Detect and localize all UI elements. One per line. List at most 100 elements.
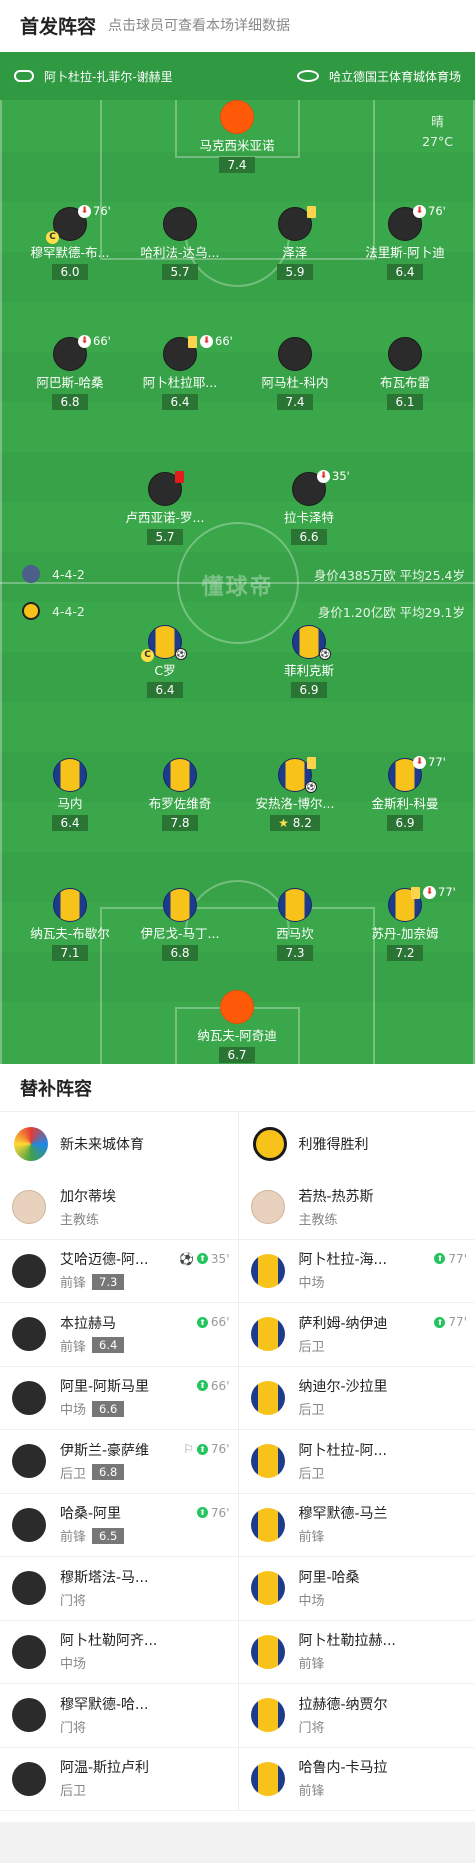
player-card[interactable]: ⬇ 35' 拉卡泽特 6.6 xyxy=(254,469,364,545)
list-item[interactable]: 本拉赫马 前锋 6.4 ⬆ 66' xyxy=(0,1303,238,1367)
sub-event: ⚐ ⬆ 76' xyxy=(183,1442,230,1456)
list-item[interactable]: 萨利姆-纳伊迪 后卫 ⬆ 77' xyxy=(238,1303,475,1367)
player-card[interactable]: ⬇ 77' 苏丹-加奈姆 7.2 xyxy=(350,885,460,961)
away-team-info: 4-4-2 身价1.20亿欧 平均29.1岁 xyxy=(22,601,465,621)
list-item[interactable]: 纳迪尔-沙拉里 后卫 xyxy=(238,1367,475,1430)
player-avatar: ⬇ 66' xyxy=(163,334,233,371)
coach-row[interactable]: 若热-热苏斯 主教练 xyxy=(238,1176,475,1240)
player-card[interactable]: 纳瓦夫-阿奇迪 6.7 xyxy=(182,990,292,1063)
player-card[interactable]: ⚽ 菲利克斯 6.9 xyxy=(254,625,364,698)
list-item[interactable]: 伊斯兰-豪萨维 后卫 6.8 ⚐ ⬆ 76' xyxy=(0,1430,238,1494)
sub-pos: 前锋 xyxy=(298,1530,325,1546)
player-rating: ★ 8.2 xyxy=(270,815,320,831)
sub-rating: 6.5 xyxy=(92,1527,125,1544)
red-card-icon xyxy=(175,471,184,483)
list-item[interactable]: 穆斯塔法-马... 门将 xyxy=(0,1557,238,1621)
goal-icon: ⚽ xyxy=(319,648,331,660)
player-name: 阿马杜-科内 xyxy=(261,375,329,390)
player-avatar xyxy=(148,471,184,506)
player-avatar xyxy=(250,1444,285,1479)
sub-event: ⬇ 76' xyxy=(78,204,111,218)
player-rating: 6.4 xyxy=(162,394,198,410)
list-item[interactable]: 阿卜杜拉-海... 中场 ⬆ 77' xyxy=(238,1240,475,1303)
lineup-header: 首发阵容 点击球员可查看本场详细数据 xyxy=(0,0,475,50)
sub-name: 哈桑-阿里 xyxy=(60,1506,122,1523)
away-value: 身价1.20亿欧 平均29.1岁 xyxy=(317,604,465,620)
list-item[interactable]: 阿卜杜勒拉赫... 前锋 xyxy=(238,1621,475,1684)
away-bench: 利雅得胜利 若热-热苏斯 主教练 阿卜杜拉-海... 中场 ⬆ 77' 萨利姆-纳… xyxy=(237,1112,475,1811)
sub-event: ⬆ 66' xyxy=(196,1315,230,1329)
player-avatar xyxy=(12,1317,46,1352)
player-card[interactable]: 布罗佐维奇 7.8 xyxy=(125,758,235,831)
list-item[interactable]: 穆罕默德-马兰 前锋 xyxy=(238,1494,475,1557)
player-card[interactable]: ⬇ 76' 法里斯-阿卜迪 6.4 xyxy=(350,204,460,280)
player-card[interactable]: 泽泽 5.9 xyxy=(240,206,350,280)
player-name: 金斯利-科曼 xyxy=(371,796,439,811)
home-team-header[interactable]: 新未来城体育 xyxy=(0,1112,238,1176)
list-item[interactable]: 艾哈迈德-阿... 前锋 7.3 ⚽ ⬆ 35' xyxy=(0,1240,238,1303)
sub-pos: 后卫 xyxy=(60,1784,87,1800)
player-card[interactable]: 马克西米亚诺 7.4 xyxy=(182,100,292,173)
away-formation: 4-4-2 xyxy=(52,603,85,619)
list-item[interactable]: 阿里-阿斯马里 中场 6.6 ⬆ 66' xyxy=(0,1367,238,1430)
list-item[interactable]: 哈鲁内-卡马拉 前锋 xyxy=(238,1748,475,1811)
sub-name: 阿卜杜拉-阿... xyxy=(298,1442,387,1459)
team-name: 利雅得胜利 xyxy=(298,1137,369,1153)
coach-avatar xyxy=(12,1190,46,1225)
player-name: 阿巴斯-哈桑 xyxy=(36,375,104,390)
sub-out-icon: ⬇ xyxy=(78,334,91,348)
player-card[interactable]: 马内 6.4 xyxy=(15,758,125,831)
player-avatar: ⬇ 77' xyxy=(388,755,446,792)
player-name: 苏丹-加奈姆 xyxy=(371,926,439,941)
sub-pos: 门将 xyxy=(298,1720,325,1736)
away-team-header[interactable]: 利雅得胜利 xyxy=(239,1112,475,1176)
coach-role: 主教练 xyxy=(60,1212,100,1228)
player-name: 纳瓦夫-阿奇迪 xyxy=(197,1028,277,1043)
player-card[interactable]: C ⬇ 76' 穆罕默德-布... 6.0 xyxy=(15,204,125,280)
player-card[interactable]: 西马坎 7.3 xyxy=(240,888,350,961)
player-card[interactable]: ⬇ 77' 金斯利-科曼 6.9 xyxy=(350,755,460,831)
sub-in-icon: ⬆ xyxy=(196,1253,208,1264)
home-value: 身价4385万欧 平均25.4岁 xyxy=(313,567,465,583)
player-card[interactable]: C ⚽ C罗 6.4 xyxy=(110,625,220,698)
player-avatar: ⬇ 66' xyxy=(53,334,111,371)
sub-event: ⬆ 76' xyxy=(196,1506,230,1520)
player-name: 阿卜杜拉耶... xyxy=(142,375,218,390)
list-item[interactable]: 拉赫德-纳贾尔 门将 xyxy=(238,1684,475,1748)
sub-name: 伊斯兰-豪萨维 xyxy=(60,1442,150,1459)
player-card[interactable]: 卢西亚诺-罗... 5.7 xyxy=(110,471,220,545)
yellow-card-icon xyxy=(307,757,316,769)
player-card[interactable]: ⬇ 66' 阿卜杜拉耶... 6.4 xyxy=(125,334,235,410)
team-logo-icon xyxy=(14,1127,48,1161)
match-info-bar: 阿卜杜拉-扎菲尔-谢赫里 哈立德国王体育城体育场 xyxy=(0,52,475,100)
sub-name: 纳迪尔-沙拉里 xyxy=(298,1379,388,1396)
list-item[interactable]: 阿温-斯拉卢利 后卫 xyxy=(0,1748,238,1811)
player-card[interactable]: 哈利法-达乌... 5.7 xyxy=(125,207,235,280)
sub-name: 阿卜杜勒拉赫... xyxy=(298,1633,396,1650)
player-rating: 6.9 xyxy=(387,815,423,831)
player-avatar xyxy=(250,1634,285,1669)
player-card[interactable]: 纳瓦夫-布歇尔 7.1 xyxy=(15,888,125,961)
player-card[interactable]: 布瓦布雷 6.1 xyxy=(350,337,460,410)
list-item[interactable]: 阿卜杜勒阿齐... 中场 xyxy=(0,1621,238,1684)
sub-pos: 中场 xyxy=(298,1276,325,1292)
sub-name: 穆罕默德-哈... xyxy=(60,1696,149,1713)
player-card[interactable]: ⬇ 66' 阿巴斯-哈桑 6.8 xyxy=(15,334,125,410)
away-team-icon xyxy=(22,602,40,620)
player-name: 泽泽 xyxy=(282,245,308,260)
player-rating: 7.4 xyxy=(277,394,313,410)
sub-in-icon: ⬆ xyxy=(434,1253,446,1264)
coach-row[interactable]: 加尔蒂埃 主教练 xyxy=(0,1176,238,1240)
player-card[interactable]: 伊尼戈-马丁... 6.8 xyxy=(125,888,235,961)
player-name: 伊尼戈-马丁... xyxy=(140,926,220,941)
player-card[interactable]: 阿马杜-科内 7.4 xyxy=(240,337,350,410)
list-item[interactable]: 哈桑-阿里 前锋 6.5 ⬆ 76' xyxy=(0,1494,238,1557)
list-item[interactable]: 阿卜杜拉-阿... 后卫 xyxy=(238,1430,475,1494)
list-item[interactable]: 穆罕默德-哈... 门将 xyxy=(0,1684,238,1748)
list-item[interactable]: 阿里-哈桑 中场 xyxy=(238,1557,475,1621)
sub-pos: 后卫 xyxy=(298,1339,325,1355)
weather-text: 晴 xyxy=(431,114,444,129)
player-rating: 6.8 xyxy=(52,394,88,410)
player-rating: 6.7 xyxy=(219,1047,255,1063)
player-card[interactable]: ⚽ 安热洛-博尔... ★ 8.2 xyxy=(240,757,350,831)
